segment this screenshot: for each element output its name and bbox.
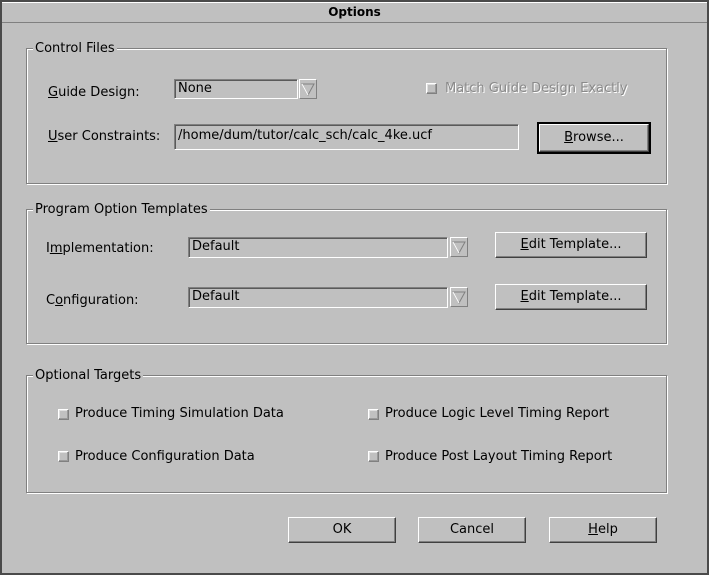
program-option-templates-legend: Program Option Templates: [33, 202, 210, 217]
post-layout-timing-label: Produce Post Layout Timing Report: [385, 449, 613, 464]
guide-design-dropdown-button[interactable]: [299, 79, 317, 99]
configuration-data-label: Produce Configuration Data: [75, 449, 255, 464]
configuration-select[interactable]: Default: [188, 287, 448, 308]
guide-design-value: None: [178, 81, 212, 96]
implementation-select[interactable]: Default: [188, 237, 448, 258]
implementation-label: Implementation:: [46, 241, 154, 256]
triangle-down-icon: [452, 241, 466, 254]
timing-simulation-label: Produce Timing Simulation Data: [75, 406, 284, 421]
configuration-dropdown-button[interactable]: [450, 287, 468, 307]
options-dialog: Options Control Files Guide Design: None…: [0, 0, 709, 575]
edit-configuration-template-button[interactable]: Edit Template...: [495, 284, 647, 310]
configuration-data-checkbox[interactable]: [58, 451, 69, 462]
user-constraints-label: User Constraints:: [48, 129, 161, 144]
program-option-templates-group: Program Option Templates Implementation:…: [26, 202, 667, 344]
user-constraints-input[interactable]: /home/dum/tutor/calc_sch/calc_4ke.ucf: [174, 124, 519, 150]
guide-design-select[interactable]: None: [174, 79, 298, 99]
window-title: Options: [328, 5, 381, 19]
optional-targets-group: Optional Targets Produce Timing Simulati…: [26, 368, 667, 493]
logic-level-timing-label: Produce Logic Level Timing Report: [385, 406, 610, 421]
control-files-group: Control Files Guide Design: None Match G…: [26, 41, 667, 184]
help-button[interactable]: Help: [549, 517, 657, 543]
user-constraints-value: /home/dum/tutor/calc_sch/calc_4ke.ucf: [178, 128, 432, 143]
triangle-down-icon: [301, 83, 315, 96]
timing-simulation-checkbox[interactable]: [58, 409, 69, 420]
ok-button[interactable]: OK: [288, 517, 396, 543]
title-bar[interactable]: Options: [2, 2, 707, 23]
post-layout-timing-checkbox[interactable]: [368, 451, 379, 462]
implementation-dropdown-button[interactable]: [450, 237, 468, 257]
configuration-label: Configuration:: [46, 293, 139, 308]
edit-implementation-template-button[interactable]: Edit Template...: [495, 232, 647, 258]
match-guide-checkbox[interactable]: [426, 83, 437, 94]
implementation-value: Default: [192, 239, 240, 254]
logic-level-timing-checkbox[interactable]: [368, 409, 379, 420]
match-guide-label: Match Guide Design Exactly: [445, 81, 628, 96]
guide-design-label: Guide Design:: [48, 85, 140, 100]
control-files-legend: Control Files: [33, 41, 117, 56]
browse-button[interactable]: Browse...: [537, 122, 651, 154]
optional-targets-legend: Optional Targets: [33, 368, 144, 383]
cancel-button[interactable]: Cancel: [418, 517, 526, 543]
configuration-value: Default: [192, 289, 240, 304]
triangle-down-icon: [452, 291, 466, 304]
